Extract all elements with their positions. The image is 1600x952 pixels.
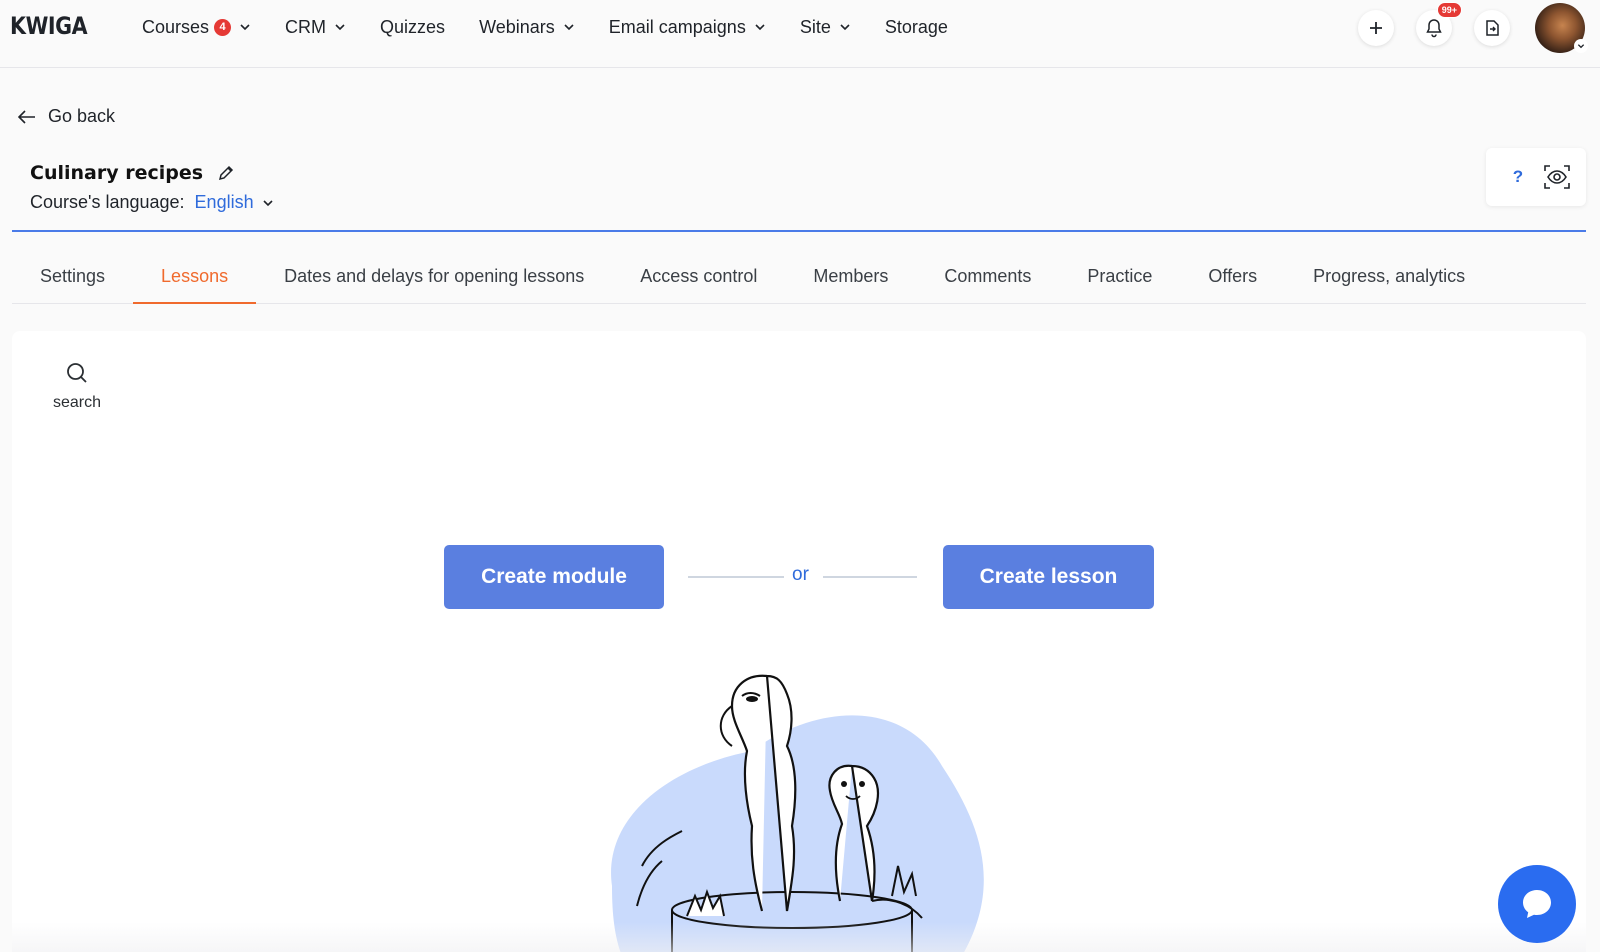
course-title-row: Culinary recipes bbox=[30, 162, 235, 184]
notifications-badge: 99+ bbox=[1436, 2, 1462, 18]
file-switch-icon bbox=[1486, 20, 1499, 36]
tab-members[interactable]: Members bbox=[785, 250, 916, 303]
nav-item-label: Quizzes bbox=[380, 16, 446, 37]
nav-item-label: Webinars bbox=[479, 16, 555, 37]
go-back-label: Go back bbox=[48, 106, 116, 126]
chevron-down-icon bbox=[755, 24, 765, 31]
course-tools: ? bbox=[1486, 148, 1586, 206]
tab-progress-analytics[interactable]: Progress, analytics bbox=[1285, 250, 1493, 303]
chevron-down-icon bbox=[335, 24, 345, 31]
tab-settings[interactable]: Settings bbox=[12, 250, 133, 303]
tab-practice[interactable]: Practice bbox=[1059, 250, 1180, 303]
preview-button[interactable] bbox=[1540, 160, 1574, 194]
add-button[interactable] bbox=[1358, 10, 1394, 46]
chevron-down-icon bbox=[564, 24, 574, 31]
or-separator: or bbox=[792, 564, 809, 585]
chevron-down-icon bbox=[840, 24, 850, 31]
course-tabs: Settings Lessons Dates and delays for op… bbox=[12, 250, 1586, 304]
chat-button[interactable] bbox=[1498, 865, 1576, 943]
pencil-icon[interactable] bbox=[217, 164, 235, 182]
bottom-fade bbox=[12, 922, 1586, 952]
tab-comments[interactable]: Comments bbox=[916, 250, 1059, 303]
arrow-left-icon bbox=[18, 109, 35, 124]
go-back-link[interactable]: Go back bbox=[18, 106, 115, 127]
page-title: Culinary recipes bbox=[30, 162, 204, 184]
notifications-button[interactable]: 99+ bbox=[1416, 2, 1462, 46]
lessons-panel: search Create module or Create lesson bbox=[12, 331, 1586, 952]
nav-item-storage[interactable]: Storage bbox=[885, 17, 948, 38]
eye-icon bbox=[1544, 165, 1570, 189]
plus-icon bbox=[1370, 22, 1382, 34]
nav-item-quizzes[interactable]: Quizzes bbox=[380, 17, 445, 38]
bell-icon bbox=[1426, 19, 1442, 38]
language-select[interactable]: English bbox=[195, 192, 274, 213]
nav-item-email-campaigns[interactable]: Email campaigns bbox=[609, 17, 766, 38]
nav-item-webinars[interactable]: Webinars bbox=[479, 17, 575, 38]
nav-item-label: Email campaigns bbox=[608, 16, 746, 37]
divider-line bbox=[823, 576, 917, 578]
tab-access-control[interactable]: Access control bbox=[612, 250, 785, 303]
courses-count-badge: 4 bbox=[214, 18, 232, 36]
divider-line bbox=[688, 576, 784, 578]
nav-item-crm[interactable]: CRM bbox=[285, 17, 346, 38]
chat-bubble-icon bbox=[1523, 890, 1551, 918]
create-lesson-button[interactable]: Create lesson bbox=[943, 545, 1154, 609]
nav-item-label: CRM bbox=[285, 16, 327, 37]
chevron-down-icon bbox=[263, 199, 273, 206]
tab-offers[interactable]: Offers bbox=[1180, 250, 1285, 303]
header-divider bbox=[12, 230, 1586, 232]
chevron-down-icon bbox=[1574, 39, 1588, 53]
search-label: search bbox=[52, 394, 102, 411]
avatar[interactable] bbox=[1535, 3, 1588, 53]
main-nav: Courses 4 CRM Quizzes Webinars Email cam… bbox=[142, 0, 982, 54]
meerkats-illustration bbox=[611, 674, 984, 952]
tab-lessons[interactable]: Lessons bbox=[133, 250, 257, 304]
nav-item-courses[interactable]: Courses 4 bbox=[142, 17, 251, 38]
search-button[interactable]: search bbox=[47, 361, 107, 412]
chevron-down-icon bbox=[240, 24, 250, 31]
switch-account-button[interactable] bbox=[1474, 10, 1510, 46]
help-button[interactable]: ? bbox=[1504, 162, 1532, 192]
language-label: Course's language: bbox=[30, 192, 185, 212]
top-navigation-bar: KWIGA Courses 4 CRM Quizzes Webinars Ema… bbox=[0, 0, 1600, 68]
nav-item-label: Storage bbox=[884, 16, 948, 37]
nav-item-label: Courses bbox=[142, 16, 210, 37]
tab-dates-and-delays[interactable]: Dates and delays for opening lessons bbox=[256, 250, 612, 303]
create-module-button[interactable]: Create module bbox=[444, 545, 664, 609]
nav-item-label: Site bbox=[799, 16, 831, 37]
language-value: English bbox=[194, 192, 254, 212]
kwiga-logo[interactable]: KWIGA bbox=[10, 12, 88, 40]
nav-item-site[interactable]: Site bbox=[800, 17, 851, 38]
course-language-row: Course's language: English bbox=[30, 192, 274, 213]
search-icon bbox=[67, 363, 87, 383]
